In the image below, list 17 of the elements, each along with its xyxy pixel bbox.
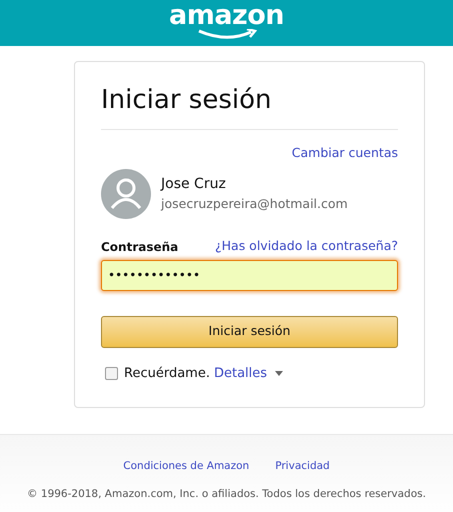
forgot-password-link[interactable]: ¿Has olvidado la contraseña?: [215, 236, 398, 256]
caret-icon[interactable]: [275, 370, 284, 376]
signin-button[interactable]: Iniciar sesión: [101, 316, 398, 348]
smile-icon: [196, 29, 256, 40]
footer-link[interactable]: Privacidad: [275, 459, 330, 475]
switch-account-link[interactable]: Cambiar cuentas: [292, 144, 398, 163]
account-email: josecruzpereira@hotmail.com: [161, 194, 348, 213]
password-label: Contraseña: [101, 238, 178, 256]
copyright-text: © 1996-2018, Amazon.com, Inc. o afiliados. Todos los derechos reservados.: [27, 486, 426, 502]
footer-link[interactable]: Condiciones de Amazon: [123, 459, 250, 475]
page-title: Iniciar sesión: [101, 84, 272, 117]
password-field[interactable]: •••••••••••••: [101, 260, 398, 290]
remember-label: Recuérdame.: [124, 364, 210, 382]
remember-checkbox[interactable]: [105, 366, 118, 380]
avatar-icon: [101, 168, 151, 219]
account-name: Jose Cruz: [161, 174, 227, 194]
details-link[interactable]: Detalles: [214, 364, 268, 383]
